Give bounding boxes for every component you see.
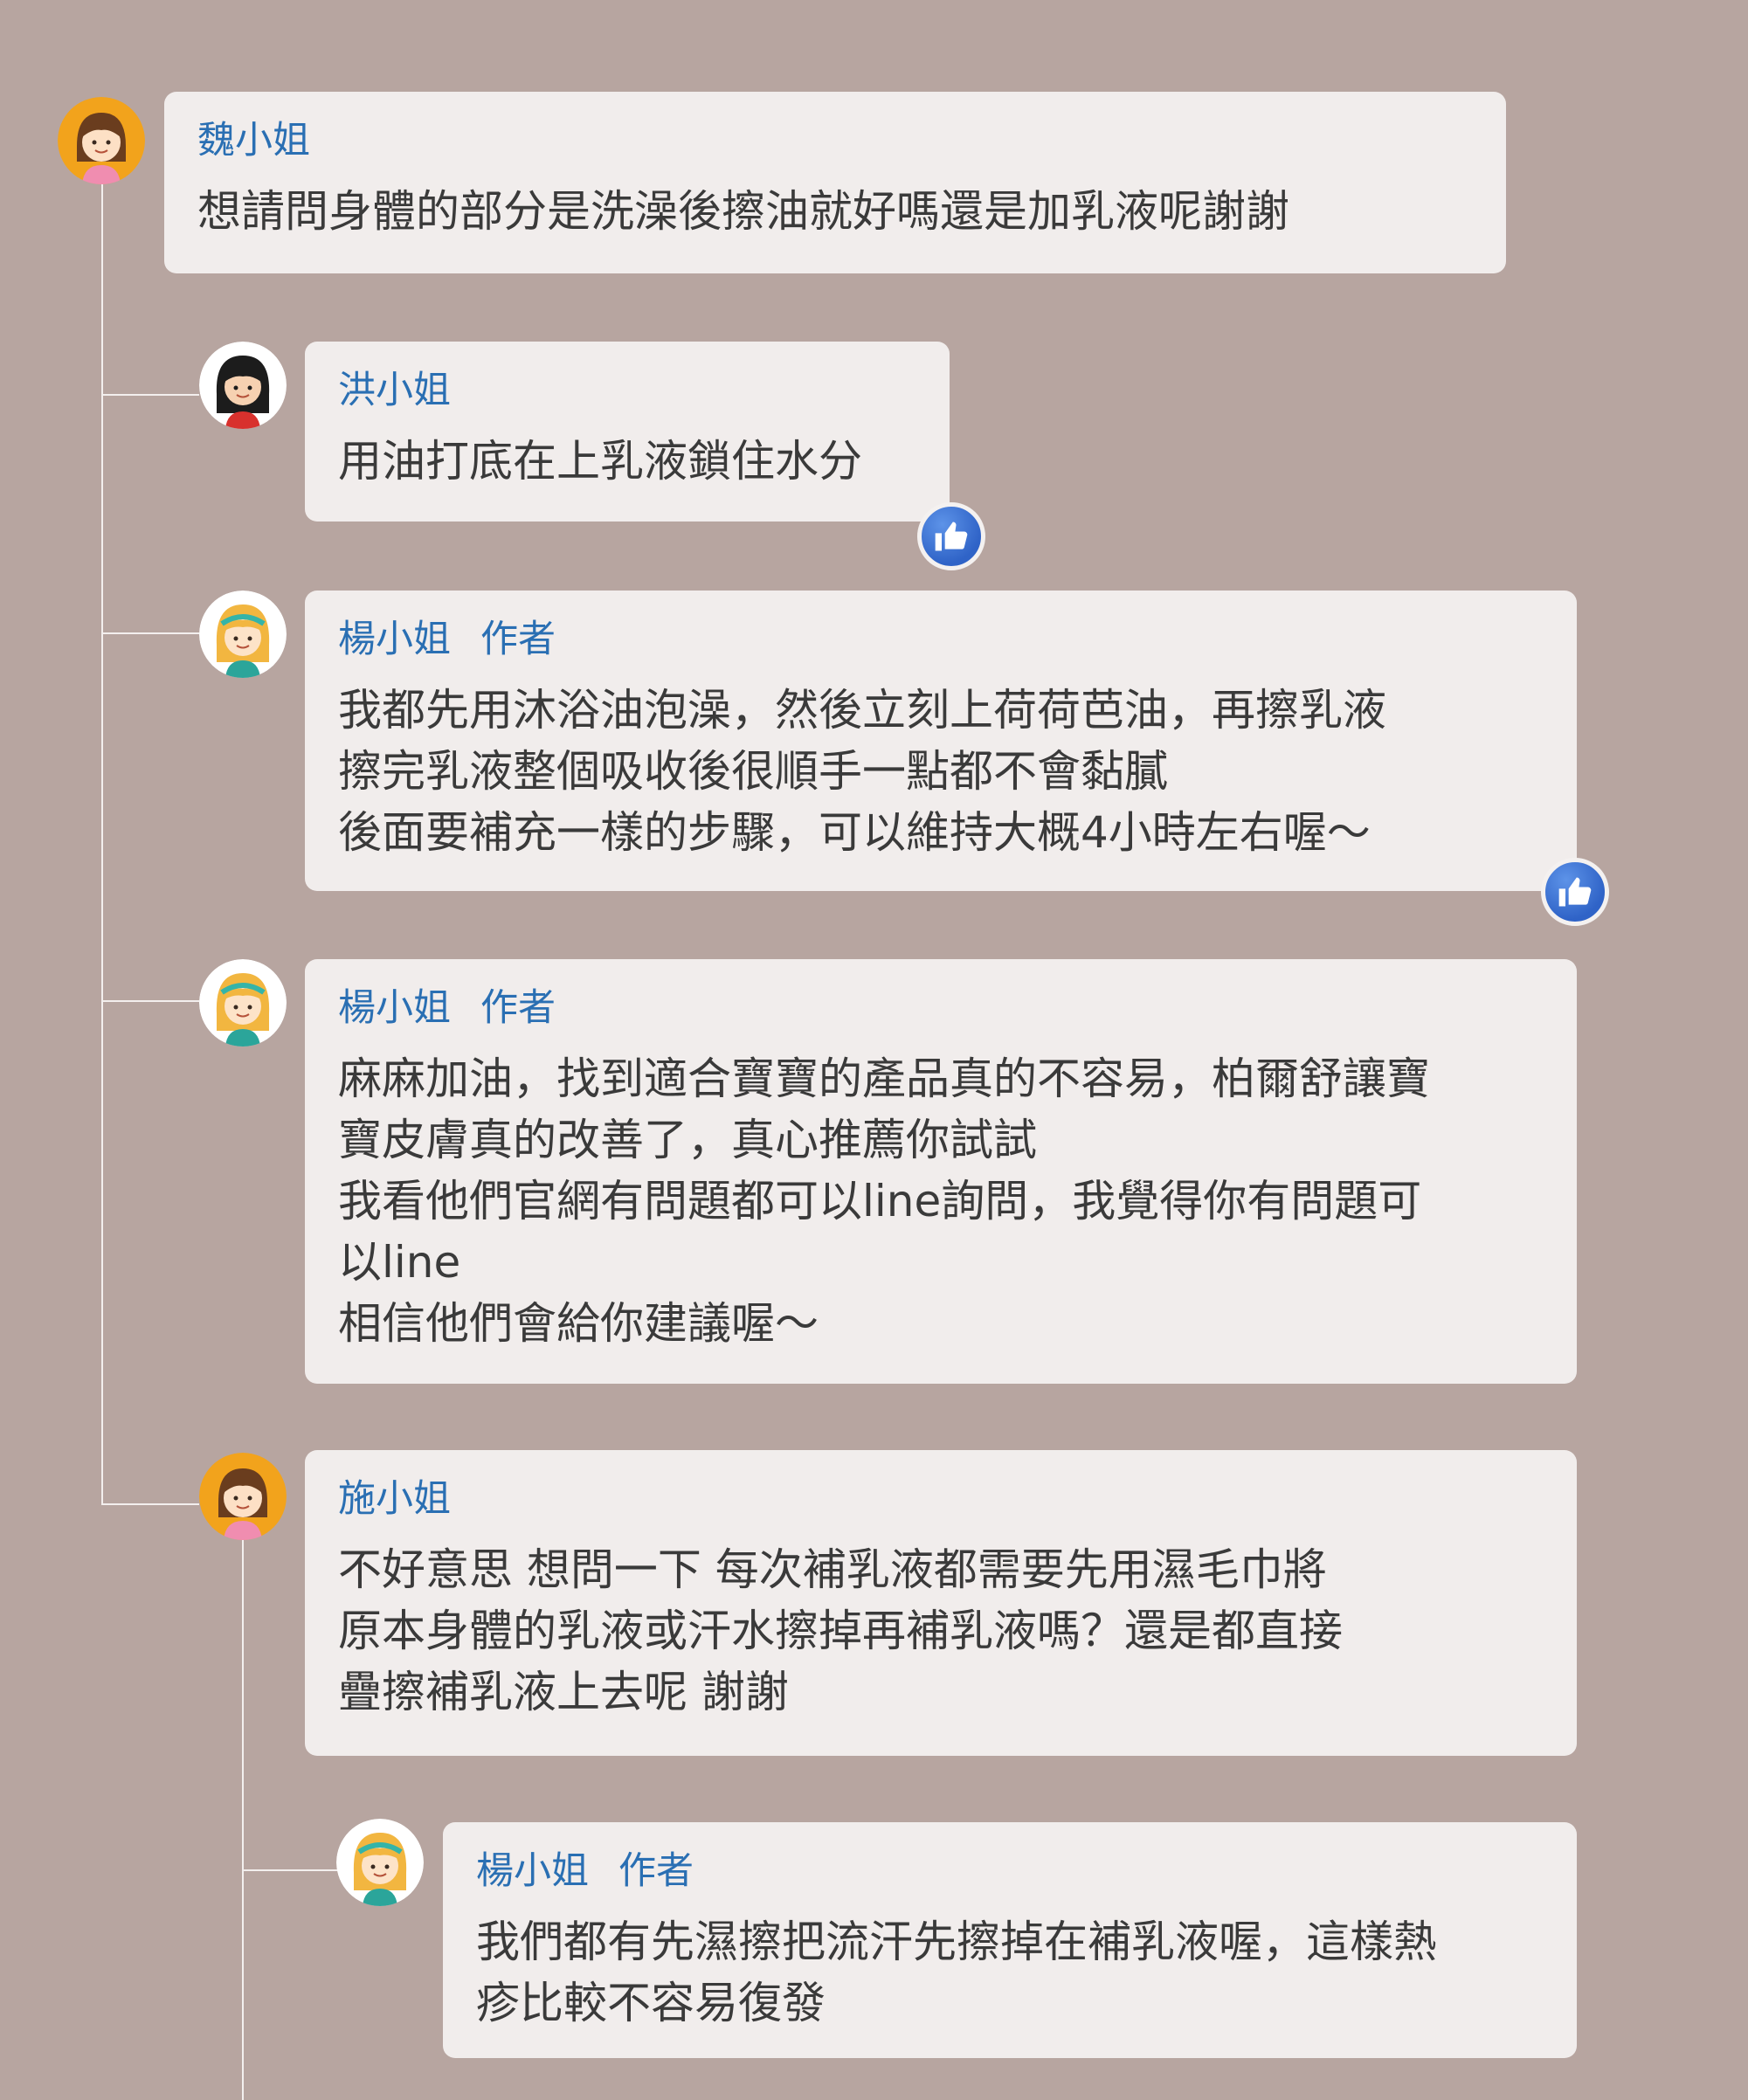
author-badge: 作者	[480, 986, 556, 1030]
girl-blonde-hair-avatar	[336, 1819, 424, 1906]
avatar[interactable]	[336, 1819, 424, 1906]
avatar[interactable]	[199, 1453, 287, 1540]
author-badge: 作者	[480, 618, 556, 661]
comment-text: 不好意思 想問一下 每次補乳液都需要先用濕毛巾將 原本身體的乳液或汗水擦掉再補乳…	[338, 1544, 1343, 1717]
comment-text: 想請問身體的部分是洗澡後擦油就好嗎還是加乳液呢謝謝	[197, 186, 1289, 237]
thread-branch	[101, 1503, 199, 1505]
commenter-name[interactable]: 魏小姐	[197, 118, 310, 163]
commenter-name[interactable]: 楊小姐	[476, 1848, 589, 1894]
thread-branch	[101, 1000, 199, 1002]
commenter-name[interactable]: 楊小姐	[338, 985, 451, 1031]
girl-black-hair-avatar	[199, 342, 287, 429]
girl-blonde-hair-avatar	[199, 959, 287, 1047]
avatar[interactable]	[199, 591, 287, 678]
girl-brown-hair-avatar	[58, 97, 145, 184]
comment-bubble: 楊小姐 作者 我都先用沐浴油泡澡，然後立刻上荷荷芭油，再擦乳液 擦完乳液整個吸收…	[305, 591, 1577, 891]
girl-blonde-hair-avatar	[199, 591, 287, 678]
thread-line-main	[101, 179, 103, 1504]
commenter-name[interactable]: 楊小姐	[338, 617, 451, 662]
thread-line-sub	[242, 1537, 244, 2100]
comment-bubble: 楊小姐 作者 麻麻加油，找到適合寶寶的產品真的不容易，柏爾舒讓寶 寶皮膚真的改善…	[305, 959, 1577, 1384]
thread-branch	[242, 1869, 340, 1871]
avatar[interactable]	[199, 959, 287, 1047]
comment-text: 我們都有先濕擦把流汗先擦掉在補乳液喔，這樣熱 疹比較不容易復發	[476, 1917, 1437, 2028]
comment-text: 麻麻加油，找到適合寶寶的產品真的不容易，柏爾舒讓寶 寶皮膚真的改善了，真心推薦你…	[338, 1053, 1430, 1349]
thread-branch	[101, 632, 199, 634]
thumbs-up-icon	[935, 522, 968, 551]
commenter-name[interactable]: 施小姐	[338, 1476, 451, 1522]
comment-bubble: 魏小姐 想請問身體的部分是洗澡後擦油就好嗎還是加乳液呢謝謝	[164, 92, 1506, 273]
comment-thread: 魏小姐 想請問身體的部分是洗澡後擦油就好嗎還是加乳液呢謝謝 洪小姐 用油打底在上…	[0, 0, 1748, 2100]
comment-bubble: 楊小姐 作者 我們都有先濕擦把流汗先擦掉在補乳液喔，這樣熱 疹比較不容易復發	[443, 1822, 1577, 2058]
comment-bubble: 洪小姐 用油打底在上乳液鎖住水分	[305, 342, 950, 522]
avatar[interactable]	[58, 97, 145, 184]
commenter-name[interactable]: 洪小姐	[338, 368, 451, 413]
author-badge: 作者	[618, 1849, 694, 1893]
thumbs-up-icon	[1558, 877, 1592, 907]
like-reaction[interactable]	[917, 502, 985, 570]
comment-text: 我都先用沐浴油泡澡，然後立刻上荷荷芭油，再擦乳液 擦完乳液整個吸收後很順手一點都…	[338, 685, 1386, 858]
girl-brown-hair-avatar	[199, 1453, 287, 1540]
like-reaction[interactable]	[1541, 858, 1609, 926]
comment-text: 用油打底在上乳液鎖住水分	[338, 436, 862, 487]
comment-bubble: 施小姐 不好意思 想問一下 每次補乳液都需要先用濕毛巾將 原本身體的乳液或汗水擦…	[305, 1450, 1577, 1756]
avatar[interactable]	[199, 342, 287, 429]
thread-branch	[101, 394, 199, 396]
